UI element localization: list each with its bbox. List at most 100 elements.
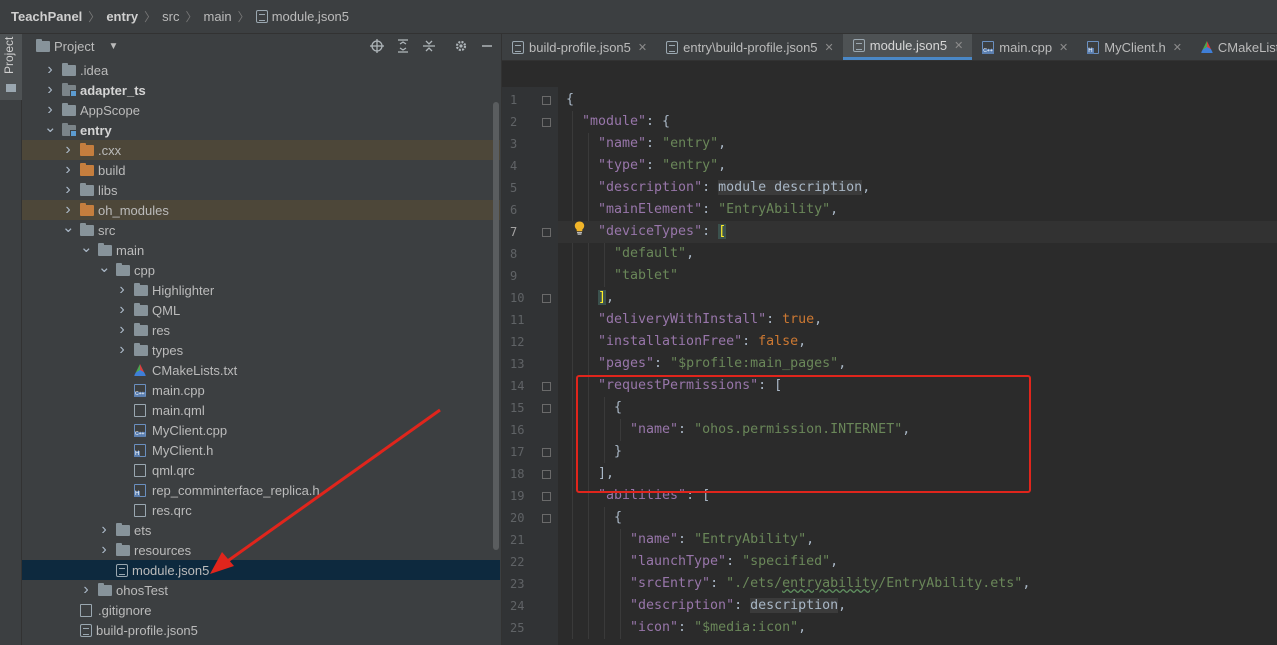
fold-marker-icon[interactable] — [542, 228, 551, 237]
editor-tab[interactable]: module.json5 ✕ — [842, 34, 973, 60]
code-token: , — [606, 290, 615, 305]
tree-item[interactable]: ⌄ src — [22, 218, 500, 240]
chevron-right-icon[interactable]: › — [116, 301, 128, 319]
code-token: "entry" — [662, 158, 719, 173]
tree-item[interactable]: rep_comminterface_replica.h — [22, 480, 500, 500]
tree-item[interactable]: › libs — [22, 180, 500, 200]
fold-marker-icon[interactable] — [542, 118, 551, 127]
chevron-right-icon[interactable]: › — [62, 161, 74, 179]
tree-item[interactable]: › QML — [22, 300, 500, 320]
chevron-right-icon[interactable]: › — [98, 521, 110, 539]
close-icon[interactable]: ✕ — [825, 41, 834, 54]
close-icon[interactable]: ✕ — [638, 41, 647, 54]
close-icon[interactable]: ✕ — [1173, 41, 1182, 54]
chevron-right-icon[interactable]: › — [98, 541, 110, 559]
chevron-down-icon[interactable]: ⌄ — [98, 258, 111, 276]
tree-item[interactable]: › types — [22, 340, 500, 360]
chevron-right-icon[interactable]: › — [44, 61, 56, 79]
fold-marker-icon[interactable] — [542, 448, 551, 457]
expand-all-icon[interactable] — [396, 39, 410, 53]
chevron-right-icon[interactable]: › — [62, 201, 74, 219]
close-icon[interactable]: ✕ — [1059, 41, 1068, 54]
breadcrumb-item[interactable]: src — [162, 9, 179, 24]
cmake-icon — [134, 364, 146, 376]
chevron-right-icon[interactable]: › — [116, 321, 128, 339]
tree-item[interactable]: › .idea — [22, 60, 500, 80]
tree-item-label: libs — [98, 182, 118, 198]
tree-item[interactable]: qml.qrc — [22, 460, 500, 480]
locate-icon[interactable] — [370, 39, 384, 53]
fold-marker-icon[interactable] — [542, 382, 551, 391]
close-icon[interactable]: ✕ — [954, 39, 963, 52]
breadcrumb-item[interactable]: entry — [106, 9, 138, 24]
gear-icon[interactable] — [454, 39, 468, 53]
tree-item[interactable]: ⌄ cpp — [22, 258, 500, 280]
tree-item[interactable]: › resources — [22, 540, 500, 560]
vertical-scrollbar[interactable] — [493, 102, 499, 550]
fold-marker-icon[interactable] — [542, 294, 551, 303]
editor-top-spacer — [502, 61, 1277, 87]
tree-item[interactable]: › ets — [22, 520, 500, 540]
editor-tab-label: build-profile.json5 — [529, 39, 631, 55]
tree-item[interactable]: › .cxx — [22, 140, 500, 160]
code-token: : — [710, 576, 727, 591]
collapse-all-icon[interactable] — [422, 39, 436, 53]
chevron-down-icon[interactable]: ⌄ — [62, 218, 75, 236]
fold-marker-icon[interactable] — [542, 492, 551, 501]
cpp-file-icon — [134, 383, 146, 397]
tree-item[interactable]: › build — [22, 160, 500, 180]
tree-item[interactable]: build-profile.json5 — [22, 620, 500, 640]
tree-item[interactable]: main.cpp — [22, 380, 500, 400]
tree-item[interactable]: MyClient.h — [22, 440, 500, 460]
editor-tab[interactable]: entry\build-profile.json5 ✕ — [656, 34, 843, 60]
chevron-right-icon[interactable]: › — [116, 281, 128, 299]
folder-icon — [80, 202, 94, 216]
chevron-down-icon[interactable]: ⌄ — [80, 238, 93, 256]
lightbulb-icon[interactable] — [574, 221, 585, 235]
chevron-right-icon[interactable]: › — [62, 181, 74, 199]
fold-marker-icon[interactable] — [542, 404, 551, 413]
fold-marker-icon[interactable] — [542, 96, 551, 105]
project-view-selector[interactable]: Project ▼ — [36, 38, 118, 54]
tree-item[interactable]: › oh_modules — [22, 200, 500, 220]
editor-tab[interactable]: CMakeLists — [1191, 34, 1277, 60]
tree-item[interactable]: › Highlighter — [22, 280, 500, 300]
folder-icon — [80, 162, 94, 176]
breadcrumb-item[interactable]: TeachPanel — [11, 9, 82, 24]
editor-tab[interactable]: build-profile.json5 ✕ — [502, 34, 656, 60]
chevron-right-icon[interactable]: › — [116, 341, 128, 359]
chevron-right-icon[interactable]: › — [80, 581, 92, 599]
file-icon — [134, 463, 146, 477]
tree-item[interactable]: › adapter_ts — [22, 80, 500, 100]
tree-item[interactable]: ⌄ entry — [22, 118, 500, 140]
minimize-icon[interactable] — [480, 39, 494, 53]
chevron-down-icon[interactable]: ⌄ — [44, 118, 57, 136]
fold-marker-icon[interactable] — [542, 470, 551, 479]
breadcrumb-item[interactable]: main — [203, 9, 231, 24]
tree-item[interactable]: res.qrc — [22, 500, 500, 520]
code-token: "abilities" — [598, 488, 687, 503]
project-tool-tab[interactable]: Project — [0, 34, 22, 100]
tree-item[interactable]: module.json5 — [22, 560, 500, 580]
tree-item[interactable]: main.qml — [22, 400, 500, 420]
chevron-right-icon[interactable]: › — [44, 81, 56, 99]
fold-marker-icon[interactable] — [542, 514, 551, 523]
tree-item[interactable]: › ohosTest — [22, 580, 500, 600]
code-token: [ — [718, 224, 727, 239]
tree-item[interactable]: › res — [22, 320, 500, 340]
tree-item[interactable]: CMakeLists.txt — [22, 360, 500, 380]
editor-tab[interactable]: main.cpp ✕ — [972, 34, 1077, 60]
chevron-right-icon[interactable]: › — [44, 101, 56, 119]
tree-item[interactable]: MyClient.cpp — [22, 420, 500, 440]
editor-tab[interactable]: MyClient.h ✕ — [1077, 34, 1191, 60]
breadcrumb-item[interactable]: module.json5 — [255, 9, 349, 24]
code-token: , — [838, 356, 847, 371]
tree-item[interactable]: .gitignore — [22, 600, 500, 620]
code-editor[interactable]: {"module": {"name": "entry", "type": "ent… — [558, 87, 1277, 645]
tree-item[interactable]: › AppScope — [22, 100, 500, 120]
chevron-right-icon[interactable]: › — [62, 141, 74, 159]
code-token: : [ — [686, 488, 711, 503]
code-token: : — [646, 158, 663, 173]
tree-item[interactable]: ⌄ main — [22, 238, 500, 260]
tree-item-label: adapter_ts — [80, 82, 146, 98]
